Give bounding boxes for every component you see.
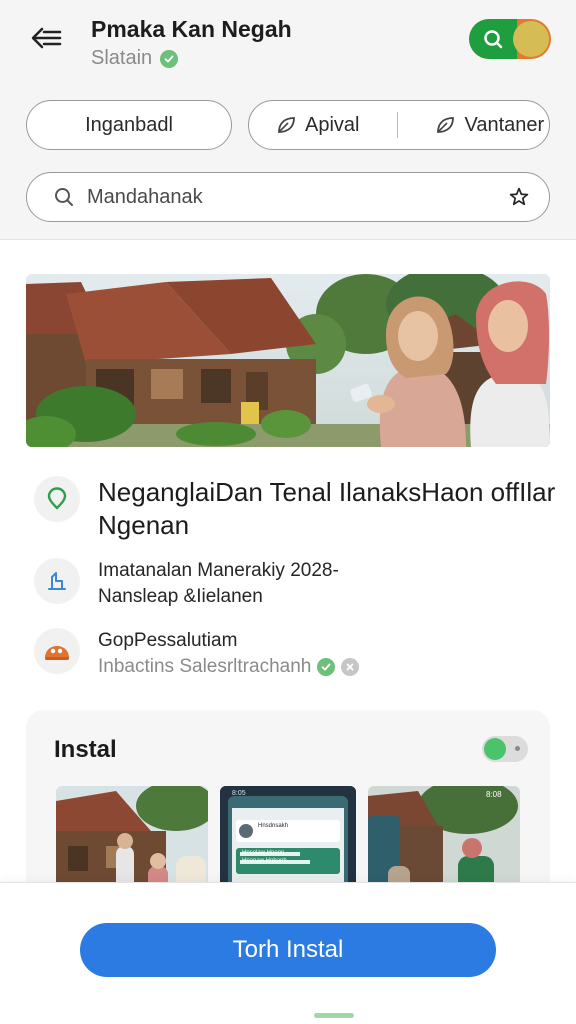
bottom-action-bar: Torh Instal <box>0 882 576 1024</box>
search-input[interactable]: Mandahanak <box>87 186 507 209</box>
chip-third-label: Vantaner <box>464 113 545 136</box>
leaf-icon <box>278 117 295 133</box>
toggle-knob <box>513 21 549 57</box>
install-button[interactable]: Torh Instal <box>80 923 496 977</box>
search-icon <box>53 186 75 208</box>
chip-divider <box>397 112 399 138</box>
install-card-title: Instal <box>54 736 117 763</box>
event-location: Nansleap &Iielanen <box>98 586 263 607</box>
phone-status-time: 8:05 <box>232 790 246 797</box>
group-subtitle: Inbactins Salesrltrachanh <box>98 656 312 677</box>
info-group-row: GopPessalutiam Inbactins Salesrltrachanh <box>34 628 360 680</box>
install-toggle[interactable] <box>482 736 528 762</box>
chip-group: Apival Vantaner <box>248 100 550 150</box>
close-badge-icon <box>341 658 360 676</box>
leaf-icon <box>437 117 455 133</box>
chip-second-label: Apival <box>305 113 360 136</box>
group-subtitle-row: Inbactins Salesrltrachanh <box>98 654 360 680</box>
home-indicator <box>314 1013 354 1018</box>
back-button[interactable] <box>28 22 64 54</box>
event-headline: NeganglaiDan Tenal IlanaksHaon offIlar N… <box>98 477 556 540</box>
page-subtitle: Slatain <box>91 47 153 69</box>
calendar-icon <box>34 558 80 604</box>
install-toggle-knob <box>484 738 506 760</box>
phone-line-2: Hnanaw Hnbanh <box>242 858 287 864</box>
search-bar[interactable]: Mandahanak <box>26 172 550 222</box>
map-pin-icon <box>34 476 80 522</box>
phone-line-1: Hnsolaw Hnenn <box>242 850 285 856</box>
toggle-dot <box>515 746 520 751</box>
chip-primary[interactable]: Inganbadl <box>26 100 232 150</box>
arrow-left-icon <box>31 27 62 49</box>
info-date-row: Imatanalan Manerakiy 2028- Nansleap &Iie… <box>34 558 339 610</box>
phone-header-text: Hnsdnsakh <box>258 823 289 829</box>
chip-primary-label: Inganbadl <box>85 113 173 136</box>
verified-check-icon <box>160 49 179 68</box>
page-title: Pmaka Kan Negah <box>91 16 292 42</box>
group-title: GopPessalutiam <box>98 630 238 651</box>
search-toggle[interactable] <box>469 19 551 59</box>
search-icon <box>484 30 503 49</box>
verified-check-icon <box>317 658 336 676</box>
hero-image <box>26 274 550 447</box>
app-header: Pmaka Kan Negah Slatain Inganbadl Apival <box>0 0 576 240</box>
chip-second[interactable]: Apival <box>275 114 359 137</box>
family-status-time: 8:08 <box>486 790 502 799</box>
chip-third[interactable]: Vantaner <box>434 114 544 137</box>
subtitle-row: Slatain <box>91 47 179 70</box>
toggle-search-segment[interactable] <box>469 19 517 59</box>
event-date: Imatanalan Manerakiy 2028- <box>98 560 339 581</box>
info-headline-row: NeganglaiDan Tenal IlanaksHaon offIlar N… <box>34 476 576 542</box>
group-icon <box>34 628 80 674</box>
star-outline-icon[interactable] <box>507 185 531 209</box>
